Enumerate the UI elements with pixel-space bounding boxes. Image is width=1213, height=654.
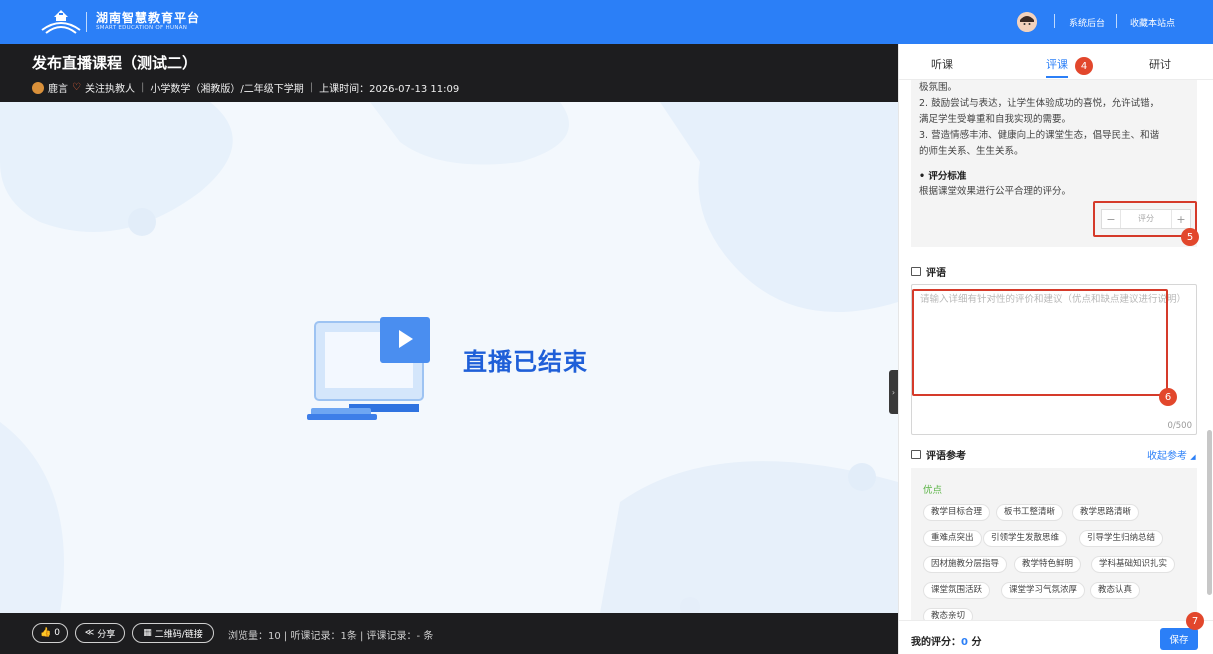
scoring-standard-text: 根据课堂效果进行公平合理的评分。 bbox=[919, 186, 1072, 197]
my-score: 我的评分：0 分 bbox=[911, 633, 981, 648]
chevron-right-icon: › bbox=[891, 387, 896, 397]
video-bottom-bar: 👍 0 ≪ 分享 ▦ 二维码/链接 浏览量：10 | 听课记录：1条 | 评课记… bbox=[0, 613, 898, 654]
live-ended-text: 直播已结束 bbox=[463, 348, 588, 376]
criteria-line: 2. 鼓励尝试与表达，让学生体验成功的喜悦，允许试错， bbox=[919, 98, 1160, 109]
reference-chip[interactable]: 重难点突出 bbox=[923, 530, 982, 547]
reference-chip[interactable]: 引导学生归纳总结 bbox=[1079, 530, 1164, 547]
my-score-unit: 分 bbox=[971, 637, 982, 648]
reference-chip[interactable]: 教态认真 bbox=[1090, 582, 1141, 599]
logo-title: 湖南智慧教育平台 bbox=[96, 11, 201, 25]
logo-divider bbox=[86, 12, 87, 32]
highlight-frame-6 bbox=[912, 289, 1168, 396]
annotation-badge-6: 6 bbox=[1159, 388, 1177, 406]
comment-icon bbox=[911, 267, 921, 276]
reference-chip[interactable]: 引领学生发散思维 bbox=[983, 530, 1068, 547]
video-player-area[interactable]: 直播已结束 bbox=[0, 102, 898, 613]
teacher-avatar bbox=[32, 81, 44, 94]
corner-arrow-icon: ◢ bbox=[1190, 453, 1196, 461]
collapse-reference-link[interactable]: 收起参考 ◢ bbox=[1147, 447, 1196, 462]
meta-divider: | bbox=[140, 82, 145, 93]
comment-title: 评语 bbox=[926, 268, 946, 279]
collapse-reference-label: 收起参考 bbox=[1147, 451, 1187, 462]
share-icon: ≪ bbox=[84, 628, 95, 638]
user-avatar[interactable] bbox=[1017, 12, 1037, 32]
qr-code-button[interactable]: ▦ 二维码/链接 bbox=[132, 623, 214, 643]
annotation-badge-7: 7 bbox=[1186, 612, 1204, 630]
avatar-face-icon bbox=[1017, 12, 1037, 32]
reference-chip[interactable]: 板书工整清晰 bbox=[996, 504, 1064, 521]
evaluation-panel: 听课 评课 研讨 4 极氛围。 2. 鼓励尝试与表达，让学生体验成功的喜悦，允许… bbox=[898, 44, 1213, 654]
reference-chip[interactable]: 教学特色鲜明 bbox=[1014, 556, 1082, 573]
char-counter: 0/500 bbox=[1167, 421, 1193, 431]
criteria-line: 3. 营造情感丰沛、健康向上的课堂生态，倡导民主、和谐 bbox=[919, 130, 1160, 141]
reference-chip[interactable]: 课堂氛围活跃 bbox=[923, 582, 991, 599]
course-info-bar: 发布直播课程（测试二） 鹿言 ♡ 关注执教人 | 小学数学（湘教版）/二年级下学… bbox=[0, 44, 898, 102]
reference-chip[interactable]: 教学目标合理 bbox=[923, 504, 991, 521]
save-button[interactable]: 保存 bbox=[1160, 628, 1198, 650]
view-stats: 浏览量：10 | 听课记录：1条 | 评课记录：- 条 bbox=[228, 631, 434, 642]
annotation-badge-5: 5 bbox=[1181, 228, 1199, 246]
platform-logo-icon[interactable] bbox=[38, 8, 84, 34]
bookmark-link[interactable]: 收藏本站点 bbox=[1130, 16, 1175, 29]
my-score-label: 我的评分： bbox=[911, 637, 961, 648]
live-ended-illustration-icon bbox=[307, 317, 430, 420]
like-count: 0 bbox=[54, 628, 60, 638]
reference-phrases: 优点 教学目标合理 板书工整清晰 教学思路清晰 重难点突出 引领学生发散思维 引… bbox=[911, 468, 1197, 620]
qr-code-label: 二维码/链接 bbox=[154, 629, 203, 640]
video-pane: 发布直播课程（测试二） 鹿言 ♡ 关注执教人 | 小学数学（湘教版）/二年级下学… bbox=[0, 44, 898, 654]
header-divider bbox=[1116, 14, 1117, 28]
annotation-badge-4: 4 bbox=[1075, 57, 1093, 75]
tab-evaluate[interactable]: 评课 bbox=[1046, 56, 1068, 72]
reference-chip[interactable]: 课堂学习气氛浓厚 bbox=[1001, 582, 1086, 599]
top-header: 湖南智慧教育平台 SMART EDUCATION OF HUNAN 系统后台 收… bbox=[0, 0, 1213, 44]
criteria-line: 的师生关系、生生关系。 bbox=[919, 146, 1024, 157]
advantages-title: 优点 bbox=[923, 485, 943, 496]
reference-icon bbox=[911, 450, 921, 459]
tab-discuss[interactable]: 研讨 bbox=[1149, 56, 1171, 72]
criteria-line: 极氛围。 bbox=[919, 82, 958, 93]
course-time: 上课时间：2026-07-13 11:09 bbox=[319, 84, 460, 95]
course-subject: 小学数学（湘教版）/二年级下学期 bbox=[150, 84, 304, 95]
my-score-value: 0 bbox=[961, 637, 968, 648]
score-footer: 我的评分：0 分 保存 7 bbox=[899, 612, 1213, 654]
admin-link[interactable]: 系统后台 bbox=[1069, 16, 1105, 29]
logo-subtitle: SMART EDUCATION OF HUNAN bbox=[96, 25, 188, 31]
course-meta: 鹿言 ♡ 关注执教人 | 小学数学（湘教版）/二年级下学期 | 上课时间：202… bbox=[32, 80, 459, 95]
follow-teacher-link[interactable]: 关注执教人 bbox=[85, 80, 135, 95]
panel-tabs: 听课 评课 研讨 4 bbox=[899, 44, 1213, 80]
scoring-standard-title: • 评分标准 bbox=[919, 171, 967, 182]
panel-scrollbar[interactable] bbox=[1207, 430, 1212, 595]
share-label: 分享 bbox=[97, 629, 116, 640]
comment-section-title: 评语 bbox=[911, 264, 946, 279]
reference-section-title: 评语参考 bbox=[911, 447, 966, 462]
header-divider bbox=[1054, 14, 1055, 28]
tab-listen[interactable]: 听课 bbox=[931, 56, 953, 72]
criteria-line: 满足学生受尊重和自我实现的需要。 bbox=[919, 114, 1072, 125]
reference-title: 评语参考 bbox=[926, 451, 966, 462]
share-button[interactable]: ≪ 分享 bbox=[75, 623, 125, 643]
like-button[interactable]: 👍 0 bbox=[32, 623, 68, 643]
active-tab-indicator bbox=[1046, 76, 1068, 78]
thumbs-up-icon: 👍 bbox=[40, 628, 52, 638]
course-title: 发布直播课程（测试二） bbox=[32, 54, 198, 72]
qr-code-icon: ▦ bbox=[143, 628, 152, 638]
meta-divider: | bbox=[309, 82, 314, 93]
reference-chip[interactable]: 教态亲切 bbox=[923, 608, 974, 620]
heart-icon[interactable]: ♡ bbox=[72, 82, 81, 93]
reference-chip[interactable]: 学科基础知识扎实 bbox=[1091, 556, 1176, 573]
teacher-name[interactable]: 鹿言 bbox=[48, 80, 68, 95]
reference-chip[interactable]: 因材施教分层指导 bbox=[923, 556, 1008, 573]
panel-collapse-handle[interactable]: › bbox=[889, 370, 898, 414]
reference-chip[interactable]: 教学思路清晰 bbox=[1072, 504, 1140, 521]
